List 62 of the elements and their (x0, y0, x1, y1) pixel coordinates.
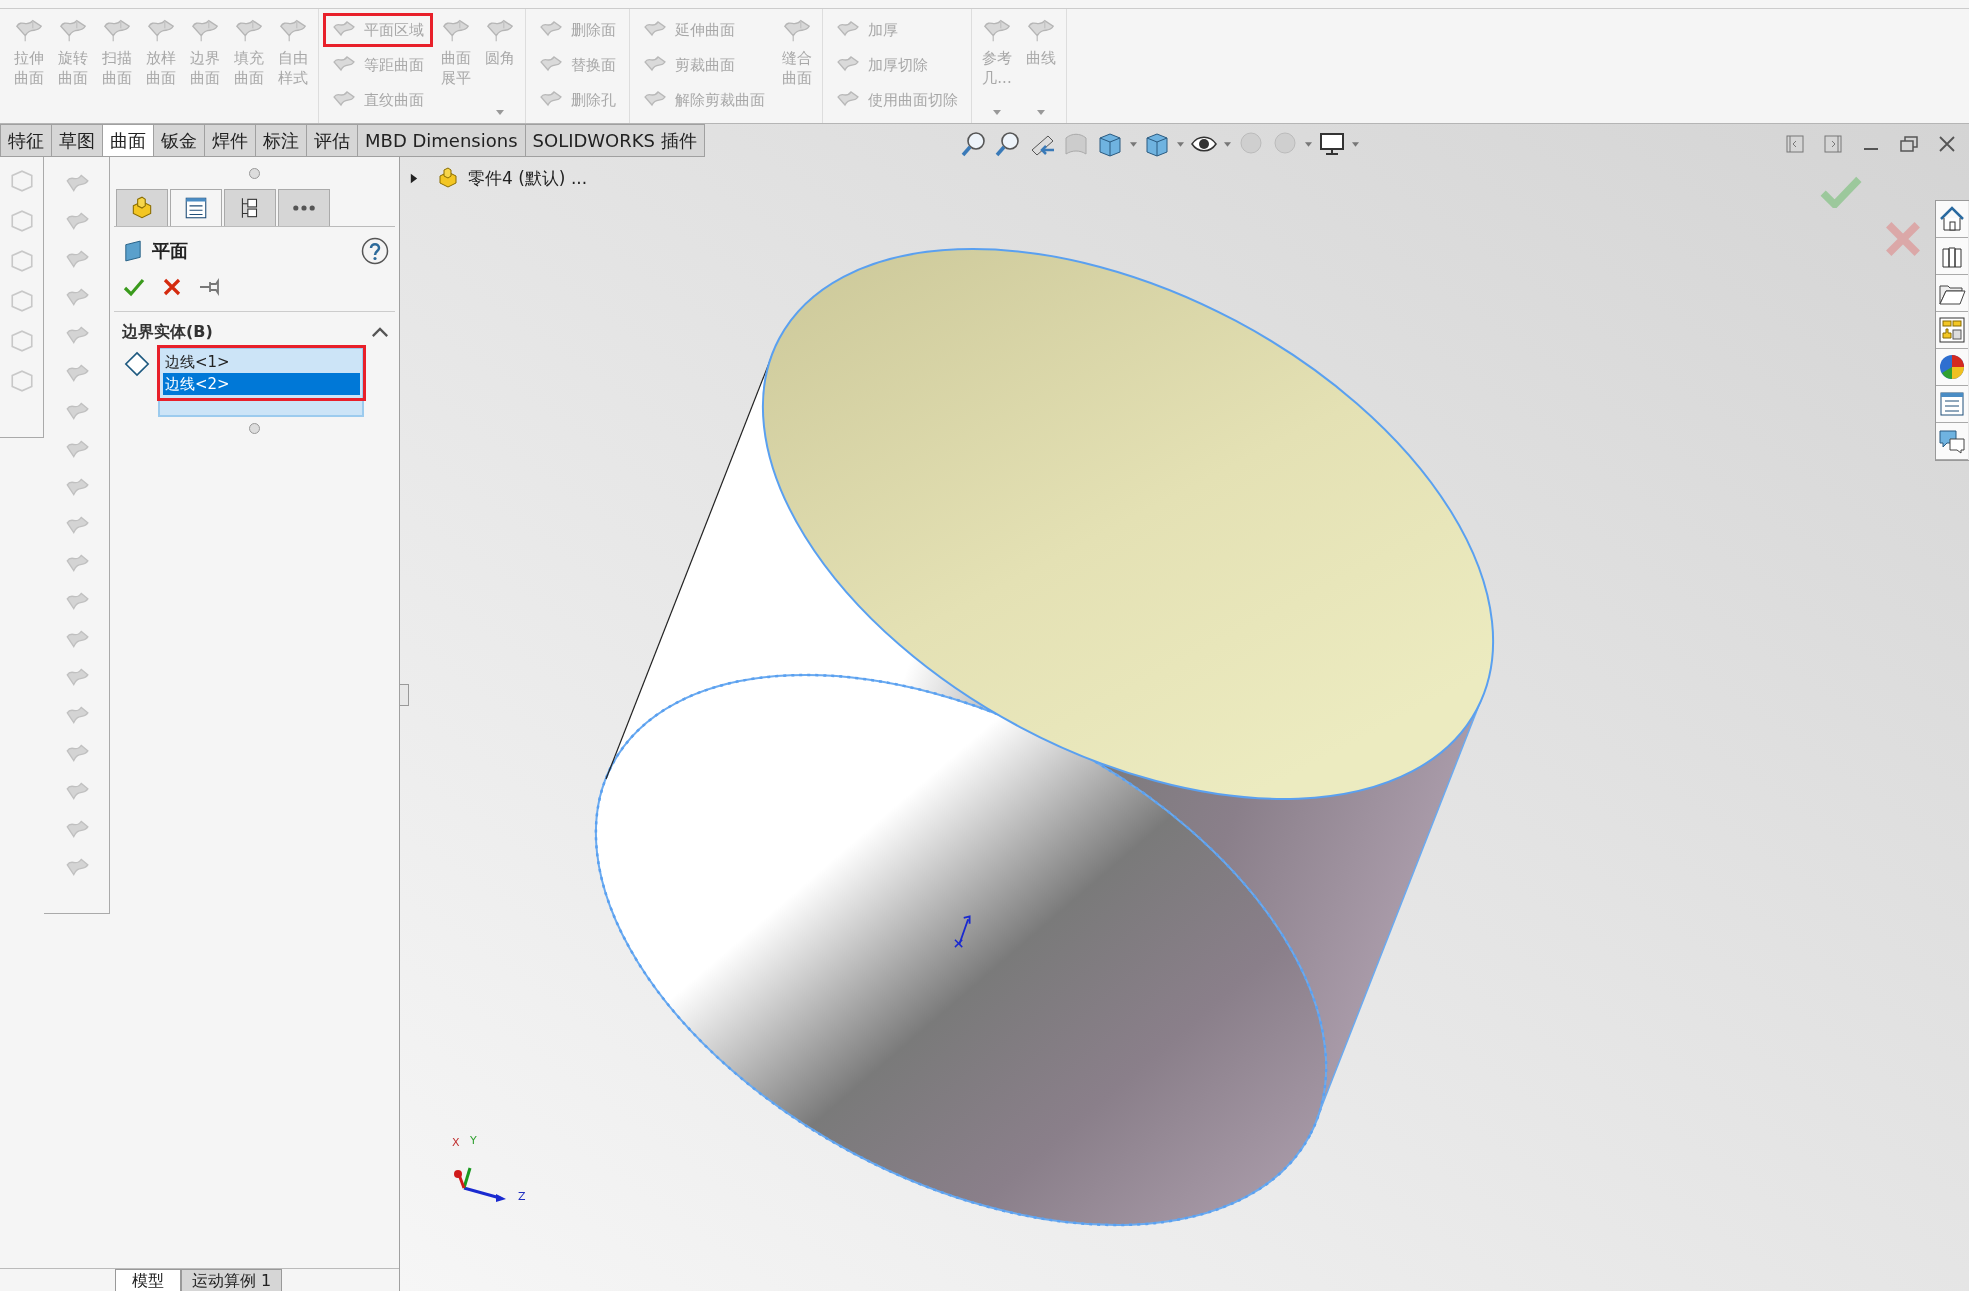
section-title: 边界实体(B) (122, 322, 213, 343)
panel-tab[interactable] (224, 189, 276, 226)
tile-right-icon[interactable] (1823, 134, 1843, 154)
books-icon[interactable] (1936, 238, 1968, 275)
caret-icon[interactable] (1352, 141, 1359, 147)
tree-label: 零件4 (默认) ... (468, 166, 588, 190)
ribbon-tab[interactable]: 曲面 (102, 124, 153, 157)
palette-icon[interactable] (1936, 312, 1968, 349)
close-icon[interactable] (1937, 134, 1957, 154)
caret-icon[interactable] (1130, 141, 1137, 147)
panel-tab[interactable] (170, 189, 222, 226)
axis-label: X (452, 1136, 460, 1149)
tool-icon[interactable] (8, 288, 35, 314)
tool-icon[interactable] (8, 208, 35, 234)
tool-icon[interactable] (8, 248, 35, 274)
ribbon-tab[interactable]: 特征 (0, 124, 51, 157)
bottom-tab[interactable]: 运动算例 1 (181, 1269, 283, 1291)
panel-tab[interactable] (278, 189, 330, 226)
ribbon-tab[interactable]: MBD Dimensions (357, 124, 525, 157)
tree-item[interactable]: 零件4 (默认) ... (410, 166, 588, 190)
list-icon (183, 195, 209, 221)
diamond-icon (124, 351, 150, 377)
magnifier-icon[interactable] (994, 130, 1022, 158)
tile-left-icon[interactable] (1785, 134, 1805, 154)
caret-icon[interactable] (1305, 141, 1312, 147)
tool-icon[interactable] (8, 328, 35, 354)
help-icon[interactable] (361, 237, 389, 265)
selection-list[interactable]: 边线<1> 边线<2> (158, 347, 364, 417)
part-icon (436, 166, 460, 190)
panel-title: 平面 (152, 239, 189, 263)
ribbon-tab[interactable]: SOLIDWORKS 插件 (524, 124, 705, 157)
axis-label: Z (518, 1190, 526, 1203)
splitter-handle[interactable] (249, 423, 260, 434)
plane-icon (124, 240, 142, 262)
ribbon-tab[interactable]: 钣金 (153, 124, 204, 157)
tool-icon[interactable] (8, 168, 35, 194)
folder-icon[interactable] (1936, 275, 1968, 312)
cube-icon[interactable] (1096, 130, 1124, 158)
home-icon[interactable] (1936, 201, 1968, 238)
panel-handle[interactable] (400, 684, 409, 706)
tool-icon[interactable] (8, 368, 35, 394)
more-icon (293, 205, 315, 211)
splitter-handle[interactable] (249, 168, 260, 179)
chat-icon[interactable] (1936, 423, 1968, 460)
restore-icon[interactable] (1899, 134, 1919, 154)
list-item[interactable]: 边线<2> (163, 373, 360, 395)
origin-icon (952, 914, 974, 948)
monitor-icon[interactable] (1318, 130, 1346, 158)
collapse-icon[interactable] (371, 327, 389, 338)
caret-icon[interactable] (1224, 141, 1231, 147)
cube-icon[interactable] (1143, 130, 1171, 158)
ribbon-tab[interactable]: 评估 (306, 124, 357, 157)
list-icon[interactable] (1936, 386, 1968, 423)
ribbon-tab[interactable]: 草图 (51, 124, 102, 157)
caret-icon[interactable] (1177, 141, 1184, 147)
bottom-tab[interactable]: 模型 (115, 1269, 181, 1291)
ribbon-tab[interactable]: 标注 (255, 124, 306, 157)
axis-label: Y (470, 1134, 477, 1147)
magnifier-icon[interactable] (960, 130, 988, 158)
list-item[interactable]: 边线<1> (163, 351, 360, 373)
expand-arrow-icon[interactable] (410, 172, 418, 184)
ribbon-tab[interactable]: 焊件 (204, 124, 255, 157)
